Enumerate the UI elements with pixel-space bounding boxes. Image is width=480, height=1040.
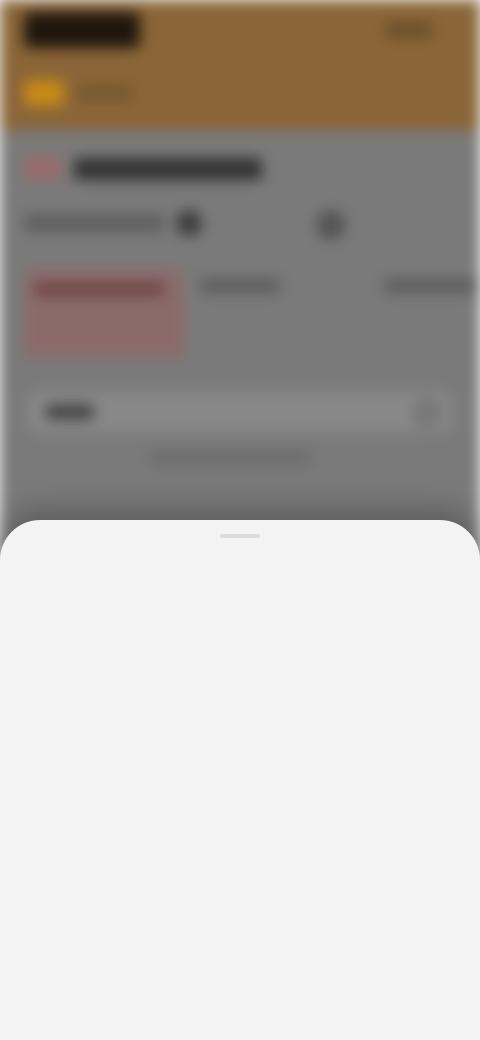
location-icon[interactable] bbox=[24, 80, 64, 106]
sheet-option[interactable] bbox=[0, 930, 480, 990]
background-page bbox=[0, 0, 480, 560]
search-icon[interactable] bbox=[416, 402, 438, 424]
tab-active[interactable] bbox=[24, 270, 184, 358]
bottom-sheet bbox=[0, 520, 480, 1040]
flag-icon bbox=[24, 156, 62, 180]
sheet-options-list bbox=[0, 630, 480, 990]
store-title bbox=[74, 158, 262, 180]
header-link[interactable] bbox=[386, 22, 432, 38]
store-meta bbox=[24, 214, 164, 232]
share-icon[interactable] bbox=[316, 210, 346, 240]
sheet-option[interactable] bbox=[0, 690, 480, 750]
brand-logo[interactable] bbox=[24, 12, 140, 48]
tab-third[interactable] bbox=[384, 278, 480, 294]
sheet-option[interactable] bbox=[0, 870, 480, 930]
sheet-option[interactable] bbox=[0, 810, 480, 870]
tab-second[interactable] bbox=[200, 278, 280, 294]
background-link[interactable] bbox=[150, 452, 310, 464]
info-icon[interactable] bbox=[176, 210, 202, 236]
location-label[interactable] bbox=[78, 86, 132, 100]
search-label bbox=[46, 405, 94, 419]
sheet-option[interactable] bbox=[0, 630, 480, 690]
search-bar[interactable] bbox=[28, 392, 452, 432]
sheet-drag-handle[interactable] bbox=[220, 534, 260, 538]
sheet-option[interactable] bbox=[0, 750, 480, 810]
app-header bbox=[0, 0, 480, 130]
tab-active-label bbox=[34, 282, 164, 296]
